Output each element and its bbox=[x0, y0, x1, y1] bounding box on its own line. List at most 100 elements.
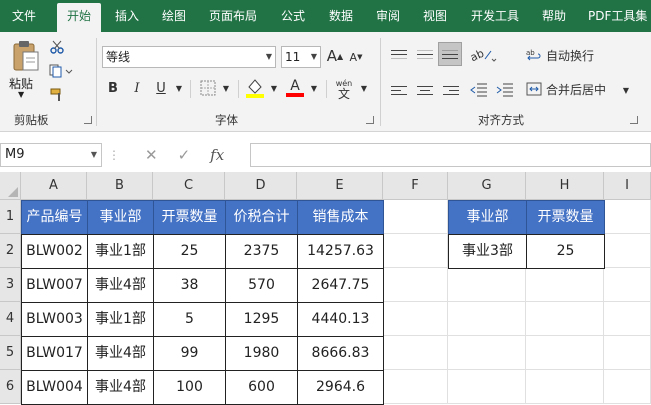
cell-f5[interactable] bbox=[383, 336, 448, 370]
insert-function-icon[interactable]: fx bbox=[210, 146, 224, 164]
table-cell[interactable]: 1980 bbox=[225, 336, 298, 371]
tab-developer[interactable]: 开发工具 bbox=[462, 0, 528, 32]
align-center-icon[interactable] bbox=[414, 80, 436, 100]
bold-button[interactable]: B bbox=[104, 78, 122, 98]
fill-color-dropdown-icon[interactable]: ▼ bbox=[268, 78, 280, 98]
cell-i1[interactable] bbox=[604, 200, 651, 234]
align-middle-icon[interactable] bbox=[414, 44, 436, 64]
tab-page-layout[interactable]: 页面布局 bbox=[200, 0, 266, 32]
tab-home[interactable]: 开始 bbox=[57, 3, 101, 32]
cell-f6[interactable] bbox=[383, 370, 448, 404]
lookup-result-cell[interactable]: 25 bbox=[526, 234, 605, 269]
cell-g4[interactable] bbox=[448, 302, 526, 336]
table-cell[interactable]: 5 bbox=[153, 302, 226, 337]
cell-i4[interactable] bbox=[604, 302, 651, 336]
cell-f4[interactable] bbox=[383, 302, 448, 336]
orientation-icon[interactable]: ab bbox=[468, 44, 498, 64]
increase-font-size-button[interactable]: A ▲ bbox=[326, 46, 344, 66]
tab-view[interactable]: 视图 bbox=[414, 0, 456, 32]
cell-i3[interactable] bbox=[604, 268, 651, 302]
table-cell[interactable]: 事业4部 bbox=[87, 268, 154, 303]
table-cell[interactable]: BLW007 bbox=[21, 268, 88, 303]
merge-dropdown-icon[interactable]: ▼ bbox=[620, 80, 632, 100]
enter-icon[interactable]: ✓ bbox=[178, 146, 191, 164]
row-header-4[interactable]: 4 bbox=[0, 302, 21, 336]
column-header-b[interactable]: B bbox=[87, 172, 153, 200]
font-color-button[interactable]: A bbox=[284, 76, 306, 100]
row-header-3[interactable]: 3 bbox=[0, 268, 21, 302]
row-header-6[interactable]: 6 bbox=[0, 370, 21, 404]
tab-file[interactable]: 文件 bbox=[0, 0, 48, 32]
select-all-button[interactable] bbox=[0, 172, 21, 200]
font-color-dropdown-icon[interactable]: ▼ bbox=[308, 78, 320, 98]
clipboard-launcher-icon[interactable] bbox=[84, 116, 92, 124]
table-cell[interactable]: 事业1部 bbox=[87, 234, 154, 269]
align-right-icon[interactable] bbox=[440, 80, 462, 100]
paste-button[interactable] bbox=[8, 38, 44, 74]
cell-g6[interactable] bbox=[448, 370, 526, 404]
tab-pdf-tools[interactable]: PDF工具集 bbox=[582, 0, 651, 32]
header-cell-c1[interactable]: 开票数量 bbox=[153, 200, 226, 235]
align-left-icon[interactable] bbox=[388, 80, 410, 100]
column-header-h[interactable]: H bbox=[526, 172, 604, 200]
table-cell[interactable]: 14257.63 bbox=[297, 234, 384, 269]
row-header-1[interactable]: 1 bbox=[0, 200, 21, 234]
row-header-5[interactable]: 5 bbox=[0, 336, 21, 370]
paste-dropdown-icon[interactable]: ▼ bbox=[18, 90, 24, 99]
cell-h5[interactable] bbox=[526, 336, 604, 370]
table-cell[interactable]: 99 bbox=[153, 336, 226, 371]
align-top-icon[interactable] bbox=[388, 44, 410, 64]
column-header-c[interactable]: C bbox=[153, 172, 225, 200]
cell-h3[interactable] bbox=[526, 268, 604, 302]
cell-h6[interactable] bbox=[526, 370, 604, 404]
table-cell[interactable]: 38 bbox=[153, 268, 226, 303]
table-cell[interactable]: 2647.75 bbox=[297, 268, 384, 303]
column-header-i[interactable]: I bbox=[604, 172, 651, 200]
tab-data[interactable]: 数据 bbox=[320, 0, 362, 32]
decrease-font-size-button[interactable]: A ▼ bbox=[348, 48, 364, 66]
font-name-select[interactable]: 等线 ▼ bbox=[102, 46, 276, 68]
tab-review[interactable]: 审阅 bbox=[367, 0, 409, 32]
table-cell[interactable]: 事业1部 bbox=[87, 302, 154, 337]
cell-h4[interactable] bbox=[526, 302, 604, 336]
header-cell-a1[interactable]: 产品编号 bbox=[21, 200, 88, 235]
borders-icon[interactable] bbox=[198, 78, 218, 98]
table-cell[interactable]: 2375 bbox=[225, 234, 298, 269]
underline-dropdown-icon[interactable]: ▼ bbox=[172, 78, 186, 98]
column-header-f[interactable]: F bbox=[383, 172, 448, 200]
phonetic-dropdown-icon[interactable]: ▼ bbox=[358, 78, 370, 98]
lookup-department-cell[interactable]: 事业3部 bbox=[448, 234, 527, 269]
table-cell[interactable]: 570 bbox=[225, 268, 298, 303]
italic-button[interactable]: I bbox=[128, 78, 146, 98]
font-launcher-icon[interactable] bbox=[366, 116, 374, 124]
cut-icon[interactable] bbox=[48, 38, 66, 56]
cell-i5[interactable] bbox=[604, 336, 651, 370]
column-header-e[interactable]: E bbox=[297, 172, 383, 200]
table-cell[interactable]: 1295 bbox=[225, 302, 298, 337]
tab-insert[interactable]: 插入 bbox=[106, 0, 148, 32]
underline-button[interactable]: U bbox=[152, 78, 170, 98]
table-cell[interactable]: BLW003 bbox=[21, 302, 88, 337]
format-painter-icon[interactable] bbox=[48, 86, 66, 104]
phonetic-guide-button[interactable]: wén 文 bbox=[332, 76, 356, 102]
increase-indent-icon[interactable] bbox=[494, 80, 516, 100]
align-bottom-icon[interactable] bbox=[438, 42, 462, 66]
cell-f2[interactable] bbox=[383, 234, 448, 268]
header-cell-g1[interactable]: 事业部 bbox=[448, 200, 527, 235]
cell-f1[interactable] bbox=[383, 200, 448, 234]
header-cell-d1[interactable]: 价税合计 bbox=[225, 200, 298, 235]
copy-icon[interactable] bbox=[48, 62, 74, 80]
formula-input[interactable] bbox=[250, 143, 651, 167]
header-cell-h1[interactable]: 开票数量 bbox=[526, 200, 605, 235]
tab-formulas[interactable]: 公式 bbox=[271, 0, 315, 32]
tab-draw[interactable]: 绘图 bbox=[153, 0, 195, 32]
table-cell[interactable]: BLW002 bbox=[21, 234, 88, 269]
cancel-icon[interactable]: ✕ bbox=[145, 146, 158, 164]
column-header-d[interactable]: D bbox=[225, 172, 297, 200]
cell-g3[interactable] bbox=[448, 268, 526, 302]
font-size-select[interactable]: 11 ▼ bbox=[281, 46, 321, 68]
table-cell[interactable]: 4440.13 bbox=[297, 302, 384, 337]
table-cell[interactable]: 25 bbox=[153, 234, 226, 269]
cell-g5[interactable] bbox=[448, 336, 526, 370]
tab-help[interactable]: 帮助 bbox=[533, 0, 575, 32]
